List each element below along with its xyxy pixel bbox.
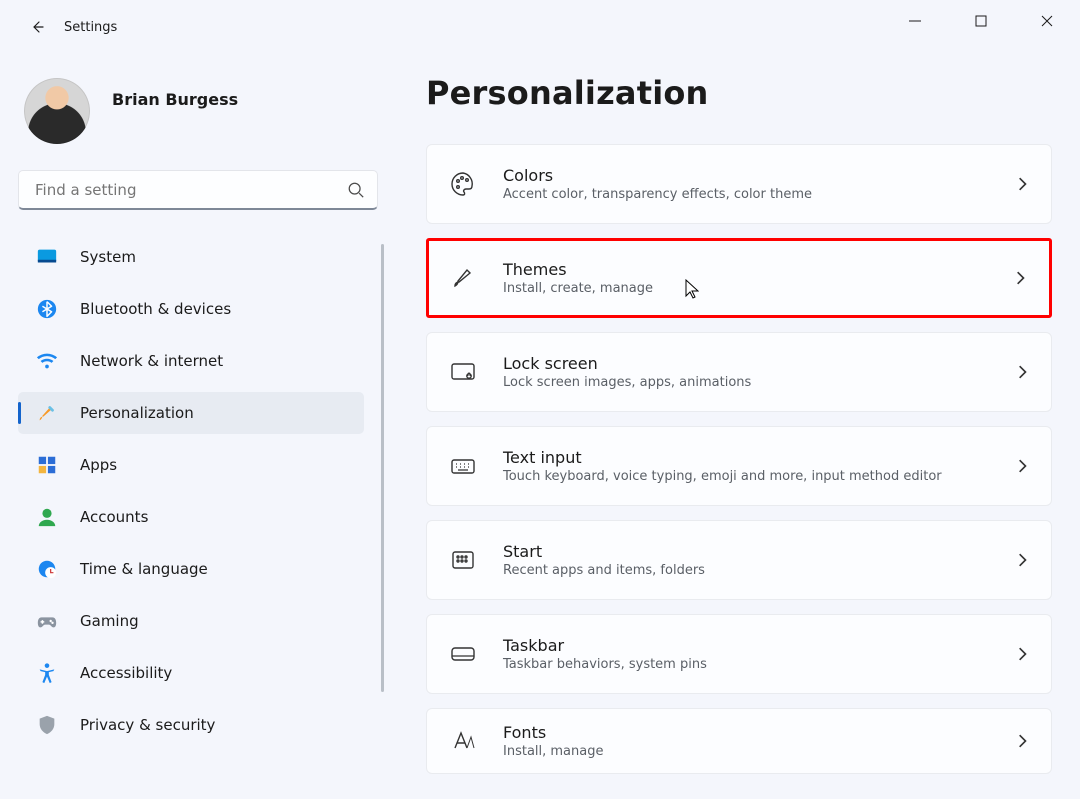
nav-item-apps[interactable]: Apps bbox=[18, 444, 364, 486]
search-box[interactable] bbox=[18, 170, 378, 210]
card-title: Taskbar bbox=[503, 636, 707, 655]
card-lockscreen[interactable]: Lock screen Lock screen images, apps, an… bbox=[426, 332, 1052, 412]
profile-name: Brian Burgess bbox=[112, 90, 238, 109]
page-title: Personalization bbox=[426, 74, 1052, 112]
accessibility-icon bbox=[36, 662, 58, 684]
paintbrush-icon bbox=[36, 402, 58, 424]
card-title: Text input bbox=[503, 448, 942, 467]
nav-item-label: Time & language bbox=[80, 560, 208, 578]
maximize-button[interactable] bbox=[948, 0, 1014, 42]
card-title: Start bbox=[503, 542, 705, 561]
nav-item-network[interactable]: Network & internet bbox=[18, 340, 364, 382]
nav-item-accessibility[interactable]: Accessibility bbox=[18, 652, 364, 694]
card-fonts[interactable]: Fonts Install, manage bbox=[426, 708, 1052, 774]
card-subtitle: Install, create, manage bbox=[503, 281, 653, 296]
nav-item-label: Accessibility bbox=[80, 664, 172, 682]
card-title: Themes bbox=[503, 260, 653, 279]
card-title: Fonts bbox=[503, 723, 603, 742]
content-pane: Personalization Colors Accent color, tra… bbox=[396, 54, 1080, 799]
card-subtitle: Recent apps and items, folders bbox=[503, 563, 705, 578]
card-themes[interactable]: Themes Install, create, manage bbox=[426, 238, 1052, 318]
chevron-right-icon bbox=[1015, 365, 1029, 379]
chevron-right-icon bbox=[1015, 459, 1029, 473]
fonts-icon bbox=[449, 727, 477, 755]
card-title: Lock screen bbox=[503, 354, 751, 373]
nav-item-label: Network & internet bbox=[80, 352, 223, 370]
nav-item-accounts[interactable]: Accounts bbox=[18, 496, 364, 538]
search-input[interactable] bbox=[33, 180, 347, 200]
card-start[interactable]: Start Recent apps and items, folders bbox=[426, 520, 1052, 600]
back-button[interactable] bbox=[18, 8, 56, 46]
minimize-button[interactable] bbox=[882, 0, 948, 42]
card-subtitle: Taskbar behaviors, system pins bbox=[503, 657, 707, 672]
shield-icon bbox=[36, 714, 58, 736]
chevron-right-icon bbox=[1013, 271, 1027, 285]
system-icon bbox=[36, 246, 58, 268]
card-title: Colors bbox=[503, 166, 812, 185]
profile-block[interactable]: Brian Burgess bbox=[18, 78, 378, 144]
globe-clock-icon bbox=[36, 558, 58, 580]
accounts-icon bbox=[36, 506, 58, 528]
search-icon bbox=[347, 181, 365, 199]
nav-item-label: Accounts bbox=[80, 508, 148, 526]
chevron-right-icon bbox=[1015, 177, 1029, 191]
brush-icon bbox=[449, 264, 477, 292]
sidebar: Brian Burgess System Bluetooth & devices bbox=[0, 54, 396, 799]
start-icon bbox=[449, 546, 477, 574]
nav-item-label: Personalization bbox=[80, 404, 194, 422]
nav-item-time-language[interactable]: Time & language bbox=[18, 548, 364, 590]
nav-item-label: Apps bbox=[80, 456, 117, 474]
chevron-right-icon bbox=[1015, 553, 1029, 567]
cursor-icon bbox=[685, 279, 699, 299]
card-colors[interactable]: Colors Accent color, transparency effect… bbox=[426, 144, 1052, 224]
nav-scrollbar[interactable] bbox=[381, 244, 384, 692]
close-button[interactable] bbox=[1014, 0, 1080, 42]
gaming-icon bbox=[36, 610, 58, 632]
nav-item-privacy[interactable]: Privacy & security bbox=[18, 704, 364, 746]
card-taskbar[interactable]: Taskbar Taskbar behaviors, system pins bbox=[426, 614, 1052, 694]
nav-item-system[interactable]: System bbox=[18, 236, 364, 278]
lockscreen-icon bbox=[449, 358, 477, 386]
nav-list: System Bluetooth & devices Network & int… bbox=[18, 236, 378, 746]
palette-icon bbox=[449, 170, 477, 198]
nav-item-bluetooth[interactable]: Bluetooth & devices bbox=[18, 288, 364, 330]
nav-item-label: System bbox=[80, 248, 136, 266]
apps-icon bbox=[36, 454, 58, 476]
nav-item-personalization[interactable]: Personalization bbox=[18, 392, 364, 434]
wifi-icon bbox=[36, 350, 58, 372]
chevron-right-icon bbox=[1015, 734, 1029, 748]
card-subtitle: Touch keyboard, voice typing, emoji and … bbox=[503, 469, 942, 484]
card-subtitle: Lock screen images, apps, animations bbox=[503, 375, 751, 390]
bluetooth-icon bbox=[36, 298, 58, 320]
nav-item-label: Gaming bbox=[80, 612, 139, 630]
chevron-right-icon bbox=[1015, 647, 1029, 661]
window-caption: Settings bbox=[64, 20, 117, 35]
nav-item-gaming[interactable]: Gaming bbox=[18, 600, 364, 642]
card-textinput[interactable]: Text input Touch keyboard, voice typing,… bbox=[426, 426, 1052, 506]
avatar bbox=[24, 78, 90, 144]
nav-item-label: Bluetooth & devices bbox=[80, 300, 231, 318]
nav-item-label: Privacy & security bbox=[80, 716, 215, 734]
card-subtitle: Install, manage bbox=[503, 744, 603, 759]
keyboard-icon bbox=[449, 452, 477, 480]
card-subtitle: Accent color, transparency effects, colo… bbox=[503, 187, 812, 202]
taskbar-icon bbox=[449, 640, 477, 668]
